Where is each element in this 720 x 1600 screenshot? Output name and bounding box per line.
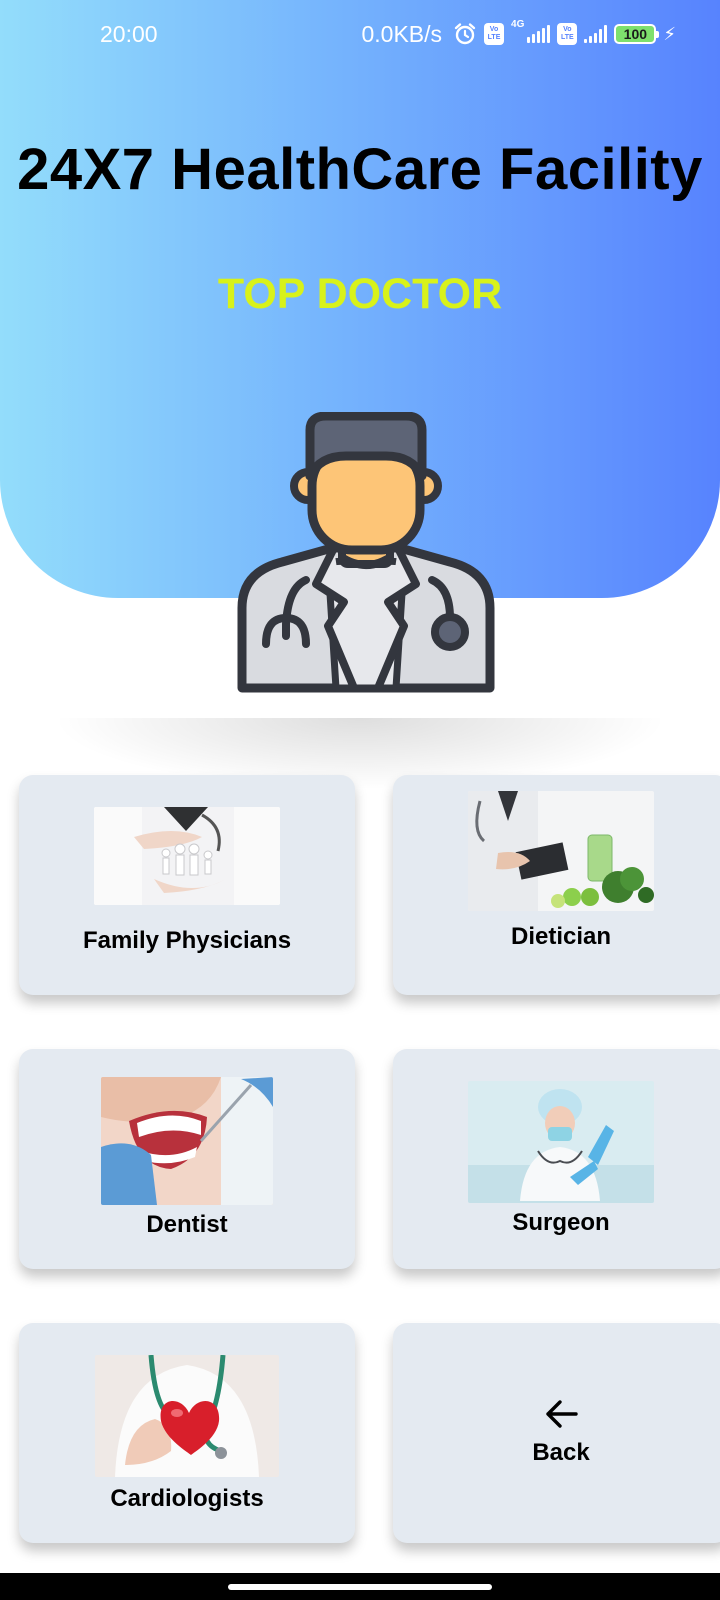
card-cardiologists[interactable]: Cardiologists [19,1323,355,1543]
doctor-icon [237,412,495,693]
status-bar: 20:00 0.0KB/s Vo LTE 4G Vo LTE 100 ⚡ [0,0,720,68]
card-surgeon[interactable]: Surgeon [393,1049,720,1269]
dietician-photo [468,791,654,911]
page-title: 24X7 HealthCare Facility [17,137,703,202]
network-speed: 0.0KB/s [361,20,443,47]
card-label-cardiologists: Cardiologists [110,1485,264,1512]
system-nav-bar [0,1573,720,1600]
alarm-icon [454,23,476,45]
network-type: 4G [511,18,525,30]
home-indicator[interactable] [228,1584,492,1590]
dentist-photo [101,1077,273,1205]
page-subtitle: TOP DOCTOR [217,270,503,318]
battery-icon: 100 [614,24,660,44]
charging-icon: ⚡ [663,23,676,44]
card-label-surgeon: Surgeon [512,1209,610,1236]
family-care-photo [94,807,280,905]
surgeon-photo [468,1081,654,1203]
card-dentist[interactable]: Dentist [19,1049,355,1269]
card-label-family-physicians: Family Physicians [82,927,292,954]
back-button-label: Back [532,1439,590,1466]
card-label-dentist: Dentist [146,1211,228,1238]
back-button[interactable]: Back [393,1323,720,1543]
status-icons: 0.0KB/s Vo LTE 4G Vo LTE 100 ⚡ [361,18,676,48]
card-dietician[interactable]: Dietician [393,775,720,995]
arrow-left-icon [546,1400,578,1428]
status-time: 20:00 [100,20,158,47]
cardiologist-photo [95,1355,279,1477]
volte-icon: Vo LTE [484,23,505,45]
card-family-physicians[interactable]: Family Physicians [19,775,355,995]
card-label-dietician: Dietician [510,923,612,950]
volte-icon-2: Vo LTE [557,23,578,45]
signal-icon [527,25,551,43]
signal-icon-2 [584,25,608,43]
